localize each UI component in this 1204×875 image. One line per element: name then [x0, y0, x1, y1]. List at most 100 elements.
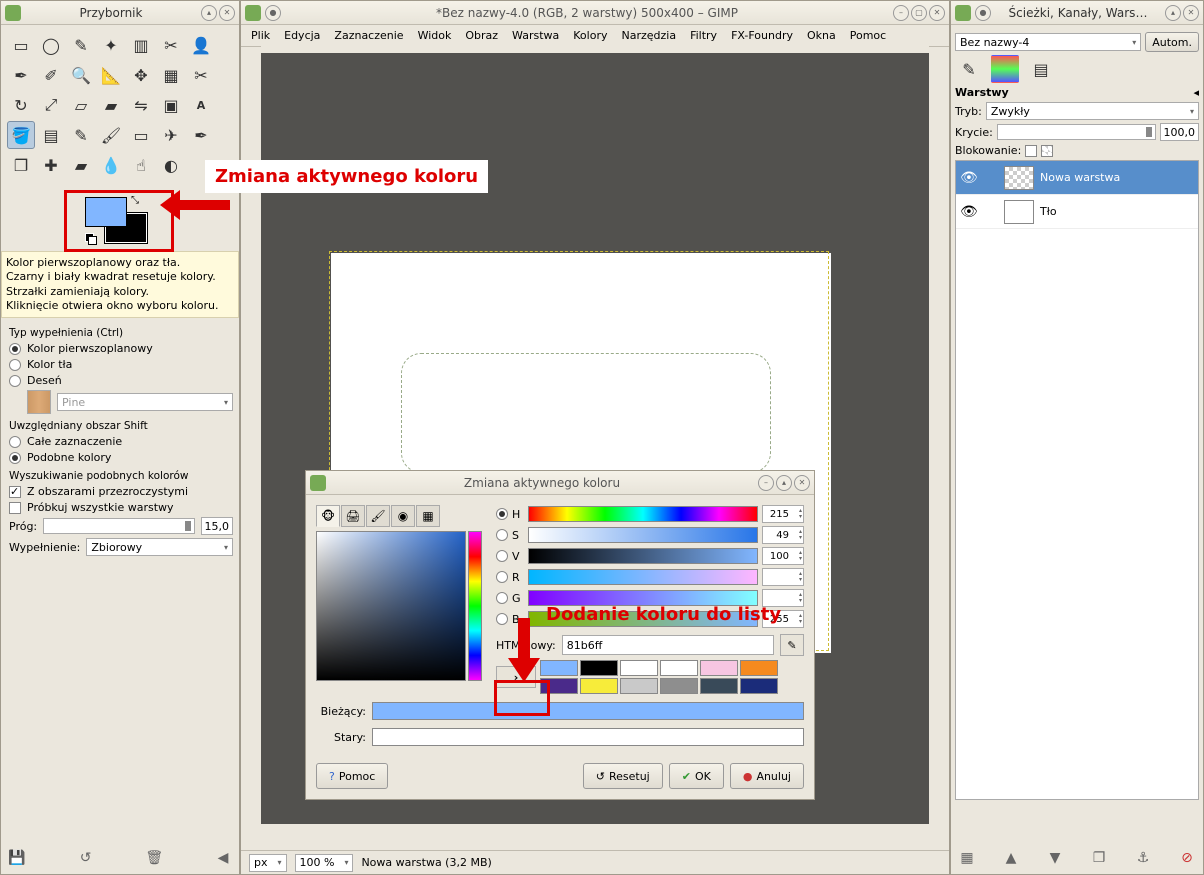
area-similar-radio[interactable]	[9, 452, 21, 464]
dodge-tool[interactable]: ◐	[157, 151, 185, 179]
minimize-button[interactable]: –	[893, 5, 909, 21]
ellipse-select-tool[interactable]: ◯	[37, 31, 65, 59]
panel-menu-icon[interactable]: ◂	[1193, 86, 1199, 99]
zoom-combo[interactable]: 100 %	[295, 854, 354, 872]
printer-tab-icon[interactable]: 🖨	[341, 505, 365, 527]
mode-combo[interactable]: Zwykły	[986, 102, 1199, 120]
menu-obraz[interactable]: Obraz	[459, 27, 504, 44]
menu-kolory[interactable]: Kolory	[567, 27, 613, 44]
paintbrush-tool[interactable]: 🖌	[97, 121, 125, 149]
auto-button[interactable]: Autom.	[1145, 32, 1199, 52]
blend-tool[interactable]: ▤	[37, 121, 65, 149]
fill-bg-radio[interactable]	[9, 359, 21, 371]
close-button[interactable]: ✕	[929, 5, 945, 21]
roll-up-button[interactable]: ▴	[201, 5, 217, 21]
clone-tool[interactable]: ❐	[7, 151, 35, 179]
wheel-tab-icon[interactable]: ◉	[391, 505, 415, 527]
swatch[interactable]	[700, 660, 738, 676]
menu-filtry[interactable]: Filtry	[684, 27, 723, 44]
roll-up-button[interactable]: ▴	[1165, 5, 1181, 21]
lower-layer-icon[interactable]: ▼	[1045, 848, 1065, 868]
r-slider[interactable]	[528, 569, 758, 585]
saturation-value-picker[interactable]	[316, 531, 466, 681]
layer-name[interactable]: Nowa warstwa	[1040, 171, 1120, 184]
zoom-tool[interactable]: 🔍	[67, 61, 95, 89]
swatch[interactable]	[540, 660, 578, 676]
raise-layer-icon[interactable]: ▲	[1001, 848, 1021, 868]
swatch[interactable]	[740, 660, 778, 676]
measure-tool[interactable]: 📐	[97, 61, 125, 89]
toolbox-titlebar[interactable]: Przybornik ▴ ✕	[1, 1, 239, 25]
new-layer-icon[interactable]: ▦	[957, 848, 977, 868]
move-tool[interactable]: ✥	[127, 61, 155, 89]
menu-plik[interactable]: Plik	[245, 27, 276, 44]
swatch[interactable]	[740, 678, 778, 694]
scale-tool[interactable]: ⤢	[37, 91, 65, 119]
v-slider[interactable]	[528, 548, 758, 564]
ink-tool[interactable]: ✒	[187, 121, 215, 149]
delete-layer-icon[interactable]: ⊘	[1177, 848, 1197, 868]
duplicate-layer-icon[interactable]: ❐	[1089, 848, 1109, 868]
h-radio[interactable]	[496, 508, 508, 520]
flip-tool[interactable]: ⇋	[127, 91, 155, 119]
s-slider[interactable]	[528, 527, 758, 543]
threshold-slider[interactable]	[43, 518, 194, 534]
lock-pixels-checkbox[interactable]	[1025, 145, 1037, 157]
restore-options-icon[interactable]: ↺	[76, 848, 96, 868]
perspective-tool[interactable]: ▰	[97, 91, 125, 119]
layer-item[interactable]: 👁 Tło	[956, 195, 1198, 229]
menu-fx-foundry[interactable]: FX-Foundry	[725, 27, 799, 44]
smudge-tool[interactable]: ☝	[127, 151, 155, 179]
foreground-select-tool[interactable]: 👤	[187, 31, 215, 59]
cage-tool[interactable]: ▣	[157, 91, 185, 119]
layer-item[interactable]: 👁 Nowa warstwa	[956, 161, 1198, 195]
alpha-checkbox[interactable]	[9, 486, 21, 498]
watercolor-tab-icon[interactable]: 🖌	[366, 505, 390, 527]
swatch[interactable]	[580, 660, 618, 676]
text-tool[interactable]: A	[187, 91, 215, 119]
swatch[interactable]	[700, 678, 738, 694]
fill-mode-combo[interactable]: Zbiorowy	[86, 538, 233, 556]
anchor-layer-icon[interactable]: ⚓	[1133, 848, 1153, 868]
delete-options-icon[interactable]: 🗑	[144, 848, 164, 868]
menu-pomoc[interactable]: Pomoc	[844, 27, 892, 44]
g-radio[interactable]	[496, 592, 508, 604]
menu-okna[interactable]: Okna	[801, 27, 842, 44]
save-options-icon[interactable]: 💾	[7, 848, 27, 868]
paths-tool[interactable]: ✒	[7, 61, 35, 89]
canvas-titlebar[interactable]: ● *Bez nazwy-4.0 (RGB, 2 warstwy) 500x40…	[241, 1, 949, 25]
h-spinner[interactable]: 215	[762, 505, 804, 523]
shear-tool[interactable]: ▱	[67, 91, 95, 119]
by-color-select-tool[interactable]: ▥	[127, 31, 155, 59]
airbrush-tool[interactable]: ✈	[157, 121, 185, 149]
opacity-slider[interactable]	[997, 124, 1156, 140]
threshold-spinner[interactable]: 15,0	[201, 517, 234, 535]
cancel-button[interactable]: ●Anuluj	[730, 763, 804, 789]
ok-button[interactable]: ✔OK	[669, 763, 724, 789]
palette-tab-icon[interactable]: ▦	[416, 505, 440, 527]
sample-all-checkbox[interactable]	[9, 502, 21, 514]
visibility-toggle-icon[interactable]: 👁	[960, 170, 976, 186]
align-tool[interactable]: ▦	[157, 61, 185, 89]
layers-tab-icon[interactable]: ▤	[1027, 55, 1055, 83]
swatch[interactable]	[580, 678, 618, 694]
reset-button[interactable]: ↺Resetuj	[583, 763, 663, 789]
perspective-clone-tool[interactable]: ▰	[67, 151, 95, 179]
swatch[interactable]	[660, 660, 698, 676]
layer-thumbnail[interactable]	[1004, 166, 1034, 190]
shade-button[interactable]: ●	[265, 5, 281, 21]
color-picker-tool[interactable]: ✐	[37, 61, 65, 89]
r-radio[interactable]	[496, 571, 508, 583]
hue-strip[interactable]	[468, 531, 482, 681]
opacity-spinner[interactable]: 100,0	[1160, 123, 1200, 141]
visibility-toggle-icon[interactable]: 👁	[960, 204, 976, 220]
maximize-button[interactable]: ▢	[911, 5, 927, 21]
roll-up-button[interactable]: ▴	[776, 475, 792, 491]
fuzzy-select-tool[interactable]: ✦	[97, 31, 125, 59]
channels-tab-icon[interactable]	[991, 55, 1019, 83]
layer-thumbnail[interactable]	[1004, 200, 1034, 224]
color-dialog-titlebar[interactable]: Zmiana aktywnego koloru – ▴ ✕	[306, 471, 814, 495]
heal-tool[interactable]: ✚	[37, 151, 65, 179]
pattern-combo[interactable]: Pine	[57, 393, 233, 411]
h-slider[interactable]	[528, 506, 758, 522]
